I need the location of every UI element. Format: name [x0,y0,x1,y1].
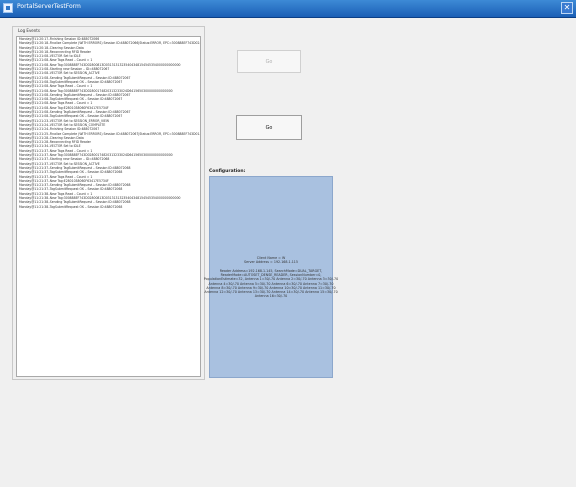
log-events-list[interactable]: Monday@11:20:17–Finishing Session ID:488… [16,36,201,377]
app-icon [3,3,13,13]
stop-button[interactable]: Go [236,115,302,140]
configuration-label: Configuration: [209,169,246,174]
start-button[interactable]: Go [237,50,301,73]
configuration-panel: Client Name = W Server Address = 192.168.… [204,176,338,378]
config-line: Antenna 16=30/-70 [254,294,288,299]
close-button[interactable]: ✕ [561,2,573,14]
log-events-legend: Log Events [18,28,40,33]
title-bar: PortalServerTestForm ✕ [0,0,576,18]
log-events-group: Log Events Monday@11:20:17–Finishing Ses… [12,26,205,380]
config-line: Server Address = 192.168.1.115 [244,259,298,264]
window-title: PortalServerTestForm [17,3,81,10]
log-line: Monday@11:20:18–Finalize Complete (WITH … [19,41,201,46]
log-line: Monday@11:21:38–TagSubmitRequest OK – Se… [19,204,123,209]
